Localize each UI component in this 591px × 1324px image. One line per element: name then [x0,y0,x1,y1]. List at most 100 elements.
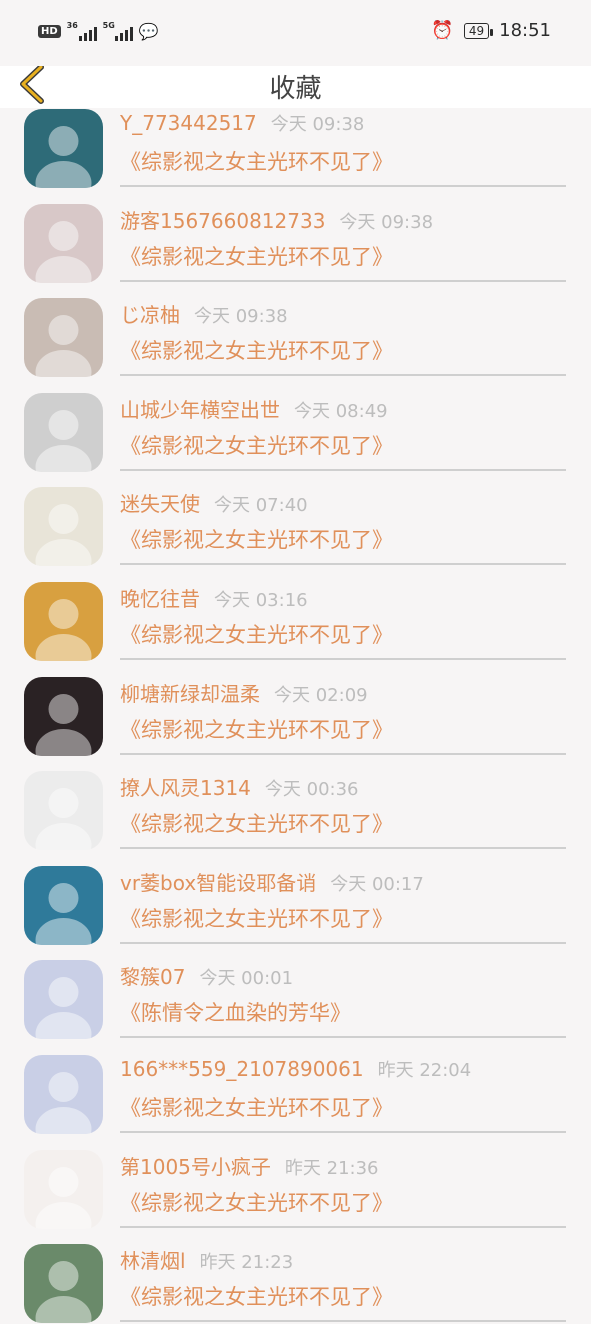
user-name-row: 山城少年横空出世 今天 08:49 [120,394,388,423]
user-name: 撩人风灵1314 [120,776,251,801]
list-item[interactable]: 晚忆往昔 今天 03:16 《综影视之女主光环不见了》 [0,567,591,662]
timestamp: 今天 02:09 [274,684,368,706]
list-item[interactable]: vr萎box智能设耶备诮 今天 00:17 《综影视之女主光环不见了》 [0,851,591,946]
user-name: 第1005号小疯子 [120,1154,271,1179]
book-title[interactable]: 《综影视之女主光环不见了》 [120,903,393,933]
avatar[interactable] [24,1054,103,1134]
book-title[interactable]: 《综影视之女主光环不见了》 [120,241,393,271]
user-name: じ凉柚 [120,303,180,328]
user-name: vr萎box智能设耶备诮 [120,870,317,895]
avatar[interactable] [24,392,103,472]
user-name: 166***559_2107890061 [120,1056,364,1081]
timestamp: 今天 08:49 [294,400,388,422]
list-item[interactable]: 撩人风灵1314 今天 00:36 《综影视之女主光环不见了》 [0,756,591,851]
timestamp: 今天 09:38 [339,211,434,233]
divider [120,1036,566,1039]
user-name-row: 柳塘新绿却温柔 今天 02:09 [120,678,368,707]
divider [120,847,566,850]
hd-badge: HD [38,25,61,38]
user-name-row: 迷失天使 今天 07:40 [120,488,308,517]
battery-icon: 49 [463,22,494,39]
list-item[interactable]: 游客1567660812733 今天 09:38 《综影视之女主光环不见了》 [0,189,591,284]
list-item[interactable]: じ凉柚 今天 09:38 《综影视之女主光环不见了》 [0,283,591,378]
list-item[interactable]: 山城少年横空出世 今天 08:49 《综影视之女主光环不见了》 [0,378,591,473]
avatar[interactable] [24,771,103,851]
divider [120,941,566,944]
list-item[interactable]: 林清烟l 昨天 21:23 《综影视之女主光环不见了》 [0,1229,591,1324]
avatar[interactable] [24,581,103,661]
user-name-row: Y_773442517 今天 09:38 [120,110,364,136]
user-name-row: 林清烟l 昨天 21:23 [120,1245,293,1274]
timestamp: 今天 00:17 [330,873,424,895]
book-title[interactable]: 《综影视之女主光环不见了》 [120,1092,393,1122]
timestamp: 昨天 21:36 [284,1157,379,1179]
list-item[interactable]: 迷失天使 今天 07:40 《综影视之女主光环不见了》 [0,472,591,567]
book-title[interactable]: 《综影视之女主光环不见了》 [120,1187,393,1217]
user-name-row: 第1005号小疯子 昨天 21:36 [120,1151,379,1180]
user-name: 晚忆往昔 [120,586,200,611]
book-title[interactable]: 《综影视之女主光环不见了》 [120,524,393,554]
signal-icon: 36 [67,21,97,41]
user-name: Y_773442517 [120,111,257,135]
divider [120,1130,566,1133]
avatar[interactable] [24,298,103,378]
user-name: 迷失天使 [120,492,200,517]
wechat-icon: 💬 [138,22,159,41]
user-name-row: vr萎box智能设耶备诮 今天 00:17 [120,867,424,896]
user-name-row: 撩人风灵1314 今天 00:36 [120,772,359,801]
status-left: HD 36 5G 💬 [38,21,159,41]
book-title[interactable]: 《综影视之女主光环不见了》 [120,146,393,176]
page-title: 收藏 [269,74,322,104]
timestamp: 昨天 21:23 [199,1252,294,1274]
list-item[interactable]: 第1005号小疯子 昨天 21:36 《综影视之女主光环不见了》 [0,1135,591,1230]
divider [120,279,566,282]
list-item[interactable]: 柳塘新绿却温柔 今天 02:09 《综影视之女主光环不见了》 [0,662,591,757]
list-item[interactable]: 166***559_2107890061 昨天 22:04 《综影视之女主光环不见了… [0,1040,591,1135]
book-title[interactable]: 《综影视之女主光环不见了》 [120,808,393,838]
avatar[interactable] [24,1149,103,1229]
timestamp: 今天 09:38 [270,114,365,135]
alarm-icon: ⏰ [431,20,454,41]
book-title[interactable]: 《综影视之女主光环不见了》 [120,430,393,460]
user-name: 柳塘新绿却温柔 [120,681,260,706]
list-item[interactable]: 黎簇07 今天 00:01 《陈情令之血染的芳华》 [0,945,591,1040]
divider [120,468,566,471]
book-title[interactable]: 《陈情令之血染的芳华》 [120,997,351,1027]
divider [120,374,566,377]
avatar[interactable] [24,865,103,945]
user-name: 山城少年横空出世 [120,397,280,422]
timestamp: 昨天 22:04 [377,1059,472,1081]
user-name-row: じ凉柚 今天 09:38 [120,299,288,328]
avatar[interactable] [24,203,103,283]
book-title[interactable]: 《综影视之女主光环不见了》 [120,714,393,744]
divider [120,657,566,660]
avatar[interactable] [24,676,103,756]
clock: 18:51 [499,20,551,41]
book-title[interactable]: 《综影视之女主光环不见了》 [120,1281,393,1311]
divider [120,1225,566,1228]
timestamp: 今天 00:36 [264,779,359,801]
book-title[interactable]: 《综影视之女主光环不见了》 [120,335,393,365]
avatar[interactable] [24,960,103,1040]
user-name-row: 游客1567660812733 今天 09:38 [120,205,433,234]
user-name-row: 黎簇07 今天 00:01 [120,961,293,990]
divider [120,752,566,755]
user-name-row: 166***559_2107890061 昨天 22:04 [120,1056,471,1082]
favorites-list: Y_773442517 今天 09:38 《综影视之女主光环不见了》 游客156766… [0,94,591,1324]
status-right: ⏰ 49 18:51 [431,20,551,41]
divider [120,185,566,187]
user-name: 林清烟l [120,1249,186,1274]
user-name-row: 晚忆往昔 今天 03:16 [120,583,308,612]
timestamp: 今天 09:38 [194,306,288,328]
avatar[interactable] [24,109,103,188]
timestamp: 今天 03:16 [214,589,308,611]
list-item[interactable]: Y_773442517 今天 09:38 《综影视之女主光环不见了》 [0,94,591,189]
status-bar: HD 36 5G 💬 ⏰ 49 18:51 [0,0,591,66]
user-name: 游客1567660812733 [120,208,326,233]
avatar[interactable] [24,1244,103,1324]
divider [120,1320,566,1323]
avatar[interactable] [24,487,103,567]
user-name: 黎簇07 [120,965,186,990]
timestamp: 今天 00:01 [199,968,294,990]
book-title[interactable]: 《综影视之女主光环不见了》 [120,619,393,649]
